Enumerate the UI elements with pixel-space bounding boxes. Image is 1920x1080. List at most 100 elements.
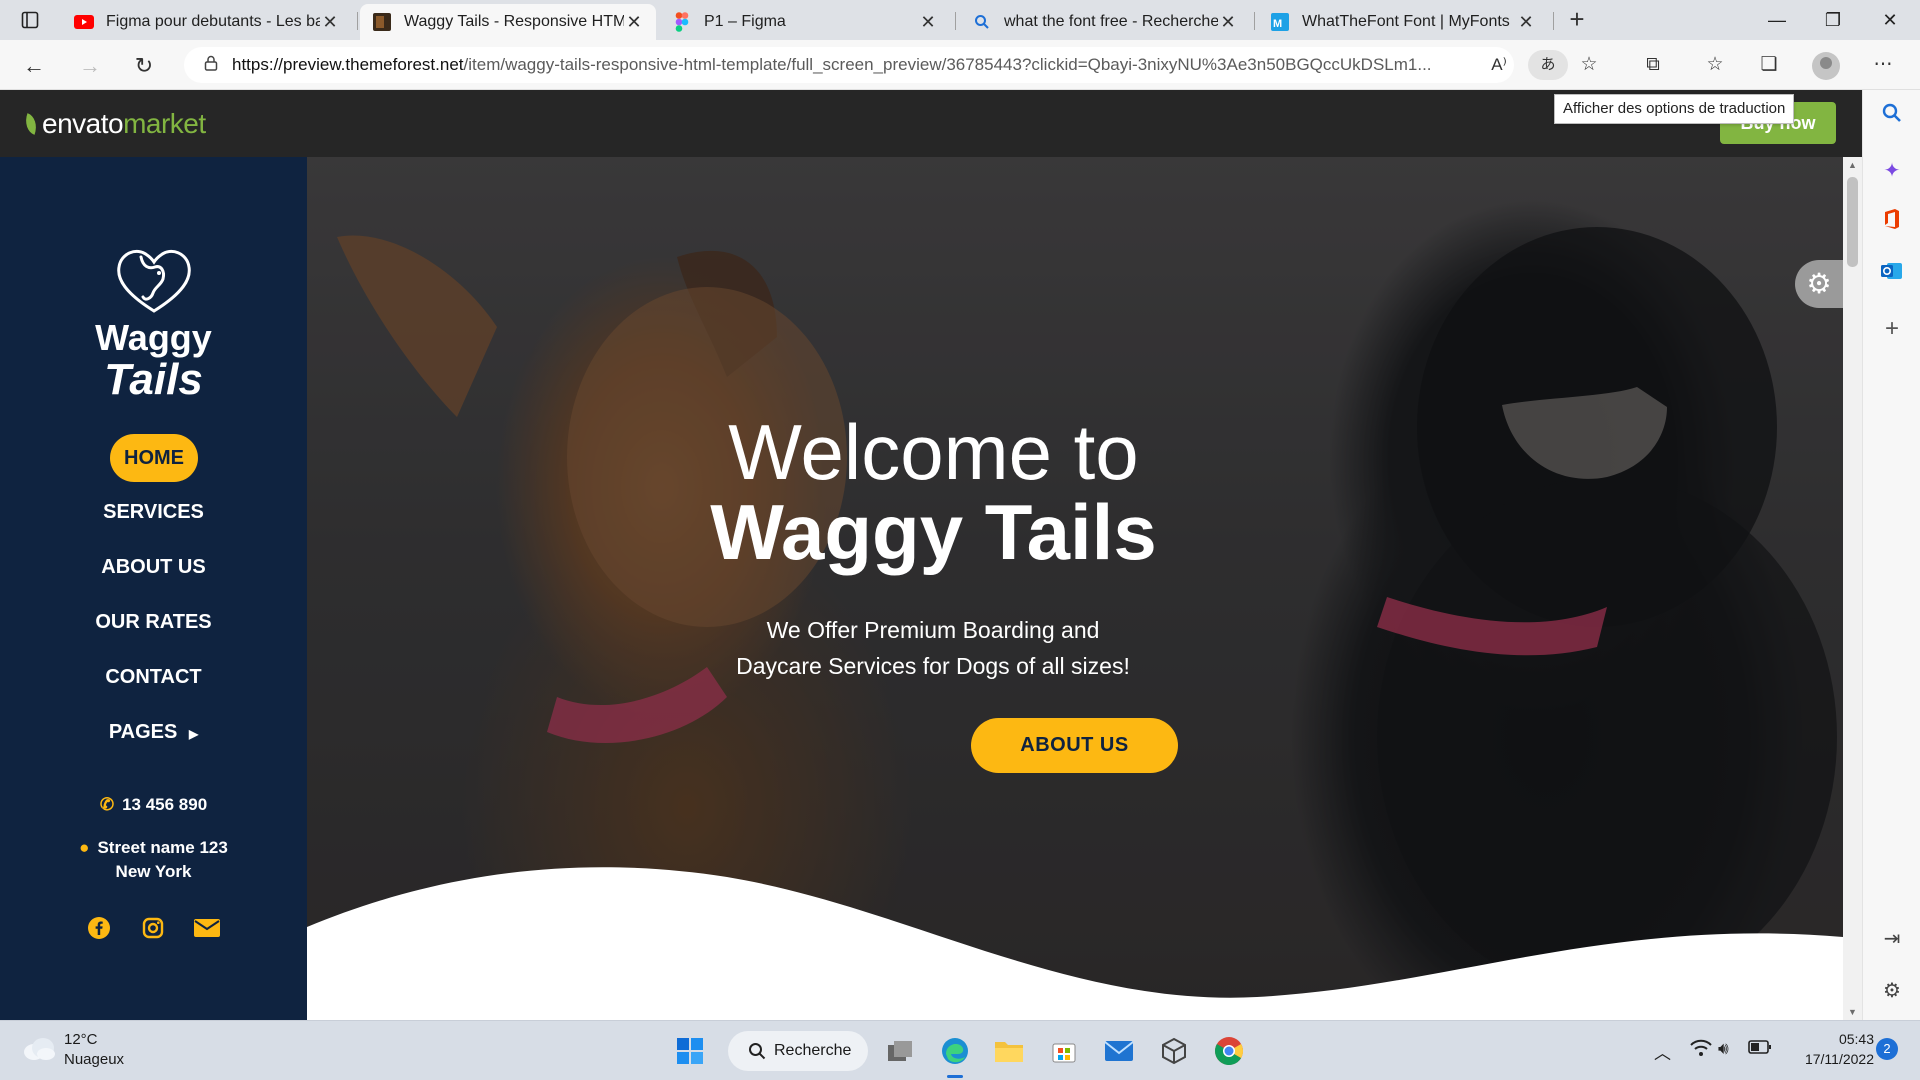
windows-start-icon[interactable]	[672, 1033, 708, 1069]
taskbar-search-label: Recherche	[774, 1042, 852, 1059]
tab-whatthefont[interactable]: M WhatTheFont Font | MyFonts ✕	[1258, 4, 1548, 40]
chrome-icon[interactable]	[1211, 1033, 1247, 1069]
close-tab-icon[interactable]: ✕	[624, 12, 644, 33]
scroll-up-arrow-icon[interactable]: ▲	[1847, 160, 1858, 170]
clock-date[interactable]: 17/11/2022	[1782, 1051, 1874, 1067]
envato-leaf-icon	[21, 113, 41, 135]
edge-browser-icon[interactable]	[937, 1033, 973, 1069]
address-row: ● Street name 123	[0, 838, 307, 858]
nav-services[interactable]: SERVICES	[0, 501, 307, 524]
cloud-weather-icon[interactable]	[22, 1037, 56, 1061]
nav-contact[interactable]: CONTACT	[0, 666, 307, 689]
tab-title: Figma pour debutants - Les base	[106, 13, 320, 30]
cube-app-icon[interactable]	[1156, 1033, 1192, 1069]
envato-market-logo[interactable]: envato market	[21, 108, 206, 140]
search-icon[interactable]	[1877, 102, 1907, 132]
hero-about-us-button[interactable]: ABOUT US	[971, 718, 1178, 773]
close-tab-icon[interactable]: ✕	[320, 12, 340, 33]
scroll-thumb[interactable]	[1847, 177, 1858, 267]
hero-section: Welcome to Waggy Tails We Offer Premium …	[307, 157, 1843, 1020]
sparkle-icon[interactable]: ✦	[1877, 156, 1907, 186]
taskbar-search[interactable]: Recherche	[728, 1031, 868, 1071]
envelope-icon[interactable]	[192, 916, 222, 946]
windows-taskbar: 12°C Nuageux Recherche ︿ 🔊︎ 05:43 17/11/…	[0, 1020, 1920, 1080]
office-icon[interactable]	[1877, 208, 1907, 238]
back-button[interactable]: ←	[20, 52, 48, 80]
close-tab-icon[interactable]: ✕	[1516, 12, 1536, 33]
hero-title-line2: Waggy Tails	[710, 488, 1157, 576]
forward-button[interactable]: →	[76, 52, 104, 80]
url-text[interactable]: https://preview.themeforest.net/item/wag…	[232, 55, 1472, 75]
nav-our-rates[interactable]: OUR RATES	[0, 611, 307, 634]
volume-icon[interactable]: 🔊︎	[1718, 1039, 1729, 1059]
battery-icon[interactable]	[1748, 1039, 1772, 1060]
read-aloud-icon[interactable]: A⁾	[1484, 50, 1514, 80]
refresh-button[interactable]: ↻	[130, 52, 158, 80]
minimize-button[interactable]: —	[1762, 6, 1792, 34]
edge-sidebar: ✦ + ⇥ ⚙	[1862, 90, 1920, 1020]
outlook-icon[interactable]	[1877, 260, 1907, 290]
svg-text:M: M	[1273, 18, 1282, 30]
tab-title: P1 – Figma	[704, 13, 786, 30]
nav-pages[interactable]: PAGES ▶	[0, 721, 307, 744]
task-view-icon[interactable]	[882, 1033, 918, 1069]
page-scrollbar[interactable]: ▲ ▼	[1843, 157, 1862, 1020]
phone-row: ✆ 13 456 890	[0, 795, 307, 815]
close-tab-icon[interactable]: ✕	[1218, 12, 1238, 33]
nav-about-us[interactable]: ABOUT US	[0, 556, 307, 579]
hide-sidebar-icon[interactable]: ⇥	[1877, 924, 1907, 954]
weather-temperature[interactable]: 12°C	[64, 1031, 98, 1048]
scroll-down-arrow-icon[interactable]: ▼	[1847, 1007, 1858, 1017]
weather-description[interactable]: Nuageux	[64, 1051, 124, 1068]
wifi-icon[interactable]	[1690, 1039, 1712, 1062]
bing-search-icon	[972, 12, 992, 32]
lock-icon[interactable]	[204, 55, 218, 76]
address-bar[interactable]: https://preview.themeforest.net/item/wag…	[184, 47, 1514, 83]
add-favorite-icon[interactable]: ☆	[1574, 50, 1604, 80]
tab-figma-youtube[interactable]: Figma pour debutants - Les base ✕	[62, 4, 352, 40]
hero-subtitle: We Offer Premium Boarding and Daycare Se…	[736, 617, 1130, 679]
close-window-button[interactable]: ✕	[1875, 6, 1905, 34]
nav-home[interactable]: HOME	[110, 434, 198, 482]
translate-tooltip: Afficher des options de traduction	[1554, 94, 1795, 124]
close-tab-icon[interactable]: ✕	[918, 12, 938, 33]
more-options-icon[interactable]: ⋯	[1868, 50, 1898, 80]
envato-logo-brand: envato	[42, 108, 124, 139]
dog-logo-icon[interactable]	[115, 245, 193, 317]
add-sidebar-app-icon[interactable]: +	[1877, 314, 1907, 344]
file-explorer-icon[interactable]	[991, 1033, 1027, 1069]
restore-button[interactable]: ❐	[1818, 6, 1848, 34]
address-line1: Street name 123	[97, 838, 228, 857]
themeforest-icon	[372, 12, 392, 32]
active-app-indicator	[947, 1075, 963, 1078]
hero-title-line1: Welcome to	[728, 408, 1139, 496]
logo-text-waggy: Waggy	[95, 317, 212, 358]
favorites-icon[interactable]: ☆	[1700, 50, 1730, 80]
notification-badge[interactable]: 2	[1876, 1038, 1898, 1060]
tab-title: what the font free - Recherche	[1004, 13, 1218, 30]
chevron-up-icon[interactable]: ︿	[1654, 1039, 1671, 1064]
tab-p1-figma[interactable]: P1 – Figma ✕	[660, 4, 950, 40]
clock-time[interactable]: 05:43	[1812, 1031, 1874, 1047]
extensions-icon[interactable]: ⧉	[1638, 50, 1668, 80]
translate-icon[interactable]: あ	[1528, 50, 1568, 80]
collections-icon[interactable]: ❏	[1754, 50, 1784, 80]
url-path: /item/waggy-tails-responsive-html-templa…	[463, 55, 1432, 74]
microsoft-store-icon[interactable]	[1046, 1033, 1082, 1069]
tab-actions-icon[interactable]	[18, 8, 42, 32]
tab-what-the-font-search[interactable]: what the font free - Recherche ✕	[960, 4, 1250, 40]
tab-separator	[357, 12, 358, 30]
nav-pages-label: PAGES	[108, 721, 178, 743]
instagram-icon[interactable]	[138, 916, 168, 946]
search-icon	[749, 1043, 766, 1060]
address-line2: New York	[115, 862, 192, 881]
facebook-icon[interactable]	[84, 916, 114, 946]
tab-waggy-tails[interactable]: Waggy Tails - Responsive HTML T ✕	[360, 4, 656, 40]
phone-number[interactable]: 13 456 890	[122, 795, 207, 814]
new-tab-button[interactable]: +	[1563, 6, 1591, 34]
mail-icon[interactable]	[1101, 1033, 1137, 1069]
sidebar-settings-icon[interactable]: ⚙	[1877, 976, 1907, 1006]
theme-settings-gear-icon[interactable]: ⚙	[1795, 260, 1843, 308]
profile-avatar[interactable]	[1812, 52, 1840, 80]
url-domain: https://preview.themeforest.net	[232, 55, 464, 74]
